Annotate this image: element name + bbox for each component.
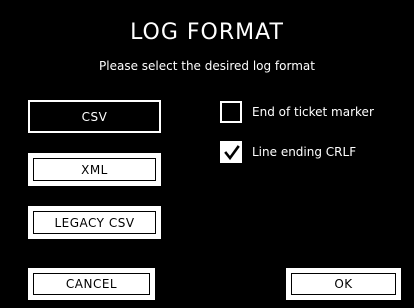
- checkbox-empty-icon[interactable]: [220, 101, 242, 123]
- ok-button[interactable]: OK: [286, 268, 401, 300]
- dialog-subtitle: Please select the desired log format: [99, 59, 315, 73]
- checkmark-icon: [224, 145, 240, 161]
- cancel-label: CANCEL: [65, 277, 118, 291]
- format-csv-label: CSV: [81, 109, 108, 124]
- ok-label: OK: [334, 277, 353, 291]
- cancel-button[interactable]: CANCEL: [28, 268, 155, 300]
- option-end-of-ticket-marker[interactable]: End of ticket marker: [220, 101, 374, 123]
- option-end-of-ticket-label: End of ticket marker: [252, 105, 374, 119]
- checkbox-checked[interactable]: [220, 141, 242, 163]
- dialog-title: LOG FORMAT: [130, 20, 284, 45]
- option-line-ending-crlf-label: Line ending CRLF: [252, 145, 357, 159]
- format-legacy-csv-button[interactable]: LEGACY CSV: [28, 206, 161, 239]
- option-line-ending-crlf[interactable]: Line ending CRLF: [220, 141, 356, 163]
- format-xml-label: XML: [81, 162, 108, 177]
- format-legacy-csv-label: LEGACY CSV: [54, 215, 135, 230]
- format-csv-button[interactable]: CSV: [28, 100, 161, 133]
- format-xml-button[interactable]: XML: [28, 153, 161, 186]
